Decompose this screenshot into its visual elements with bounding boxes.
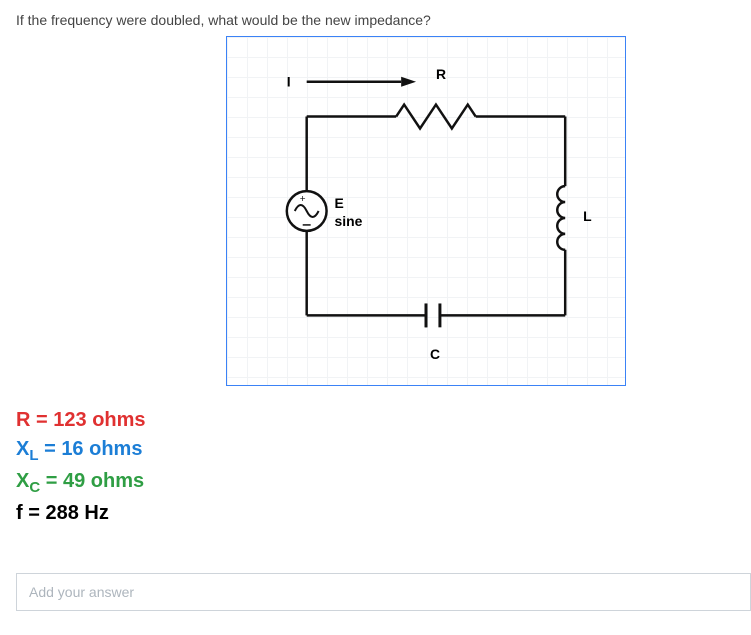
param-f-symbol: f	[16, 502, 23, 524]
param-R-symbol: R	[16, 409, 30, 431]
parameters-block: R = 123 ohms XL = 16 ohms XC = 49 ohms f…	[16, 406, 735, 528]
circuit-diagram: I R + E sine	[226, 36, 626, 386]
inductor-icon	[557, 186, 565, 250]
param-XC: XC = 49 ohms	[16, 467, 735, 499]
param-XL-symbol: X	[16, 438, 29, 460]
answer-input[interactable]	[16, 573, 751, 611]
answer-row	[16, 573, 751, 611]
circuit-svg: I R + E sine	[227, 37, 625, 385]
param-XL: XL = 16 ohms	[16, 435, 735, 467]
param-XL-unit: ohms	[89, 438, 142, 460]
param-XC-sub: C	[29, 479, 40, 496]
circuit-diagram-container: I R + E sine	[226, 36, 735, 386]
current-arrow-head	[401, 77, 416, 87]
label-resistor: R	[436, 66, 446, 82]
question-text: If the frequency were doubled, what woul…	[16, 12, 735, 28]
label-current: I	[287, 74, 291, 90]
label-inductor: L	[583, 208, 592, 224]
param-R-value: 123	[53, 409, 86, 431]
param-XC-value: 49	[63, 470, 85, 492]
param-R: R = 123 ohms	[16, 406, 735, 435]
label-source-sine: sine	[335, 213, 363, 229]
param-f: f = 288 Hz	[16, 499, 735, 528]
param-XC-unit: ohms	[91, 470, 144, 492]
param-XL-value: 16	[61, 438, 83, 460]
param-R-unit: ohms	[92, 409, 145, 431]
label-capacitor: C	[430, 346, 440, 362]
resistor-icon	[396, 105, 476, 129]
label-source-e: E	[335, 195, 344, 211]
ac-plus: +	[300, 194, 306, 205]
param-f-unit: Hz	[84, 502, 108, 524]
param-f-value: 288	[45, 502, 78, 524]
param-XC-symbol: X	[16, 470, 29, 492]
param-XL-sub: L	[29, 447, 38, 464]
